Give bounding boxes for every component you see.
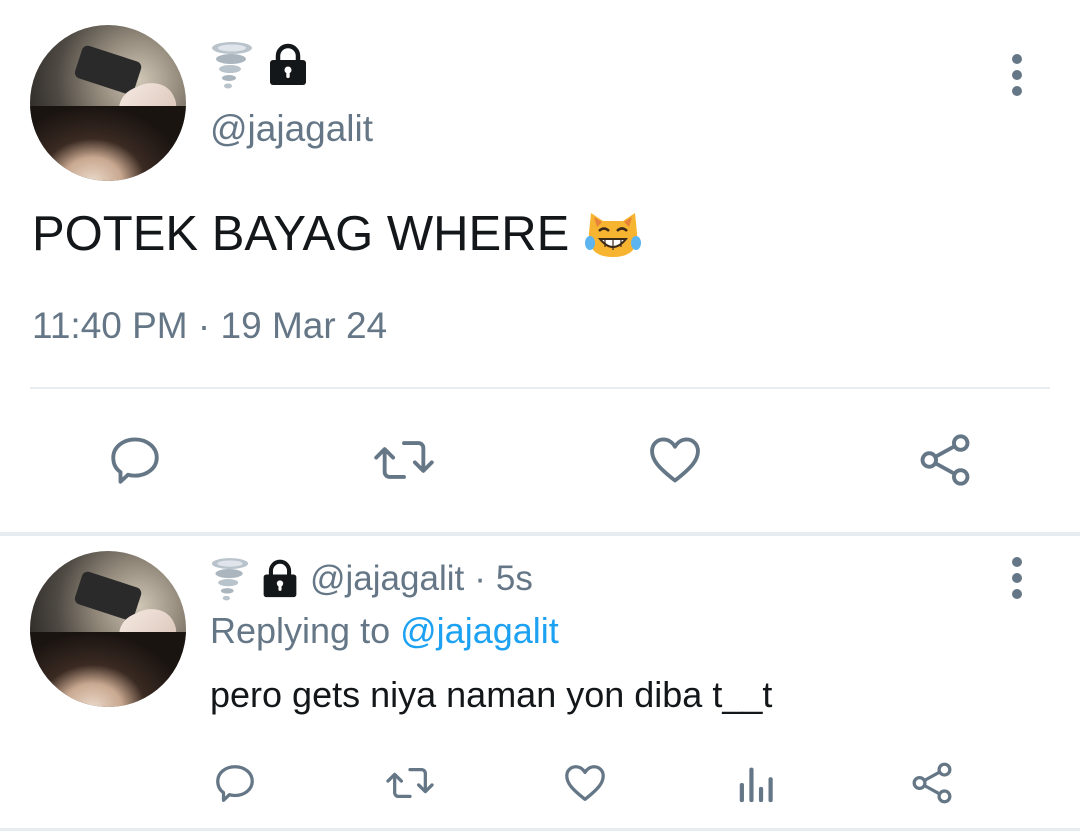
more-options-button[interactable] <box>997 45 1037 105</box>
dot-icon <box>1012 70 1022 80</box>
like-button[interactable] <box>635 420 715 500</box>
main-tweet: @jajagalit POTEK BAYAG WHERE 11:40 PM · … <box>0 0 1080 533</box>
retweet-button[interactable] <box>380 748 440 818</box>
reply-header[interactable]: @jajagalit · 5s <box>210 556 533 602</box>
tornado-icon <box>212 42 252 89</box>
share-button[interactable] <box>902 748 962 818</box>
section-divider <box>0 532 1080 536</box>
cat-tears-of-joy-icon <box>585 213 642 257</box>
tweet-text: POTEK BAYAG WHERE <box>32 206 643 262</box>
avatar[interactable] <box>30 551 186 707</box>
retweet-button[interactable] <box>364 420 444 500</box>
heart-icon <box>565 765 605 801</box>
display-name[interactable] <box>210 40 310 90</box>
avatar-hair <box>30 106 186 181</box>
retweet-icon <box>386 767 434 799</box>
replying-to: Replying to @jajagalit <box>210 610 559 652</box>
reply-actions <box>0 748 1080 818</box>
heart-icon <box>650 437 700 483</box>
share-icon <box>920 434 970 486</box>
username[interactable]: @jajagalit <box>210 108 373 150</box>
analytics-button[interactable] <box>727 748 787 818</box>
dot-icon <box>1012 557 1022 567</box>
retweet-icon <box>374 441 434 479</box>
avatar[interactable] <box>30 25 186 181</box>
more-options-button[interactable] <box>997 548 1037 608</box>
stats-icon <box>739 767 773 803</box>
separator: · <box>474 559 486 598</box>
lock-icon <box>263 559 297 598</box>
share-button[interactable] <box>905 420 985 500</box>
dot-icon <box>1012 54 1022 64</box>
reply-icon <box>216 765 254 802</box>
username[interactable]: @jajagalit <box>310 559 464 599</box>
dot-icon <box>1012 573 1022 583</box>
lock-icon <box>270 43 306 85</box>
reply-icon <box>111 437 159 484</box>
mention-link[interactable]: @jajagalit <box>400 610 559 651</box>
dot-icon <box>1012 86 1022 96</box>
reply-button[interactable] <box>205 748 265 818</box>
reply-text: pero gets niya naman yon diba t__t <box>210 674 773 715</box>
dot-icon <box>1012 589 1022 599</box>
tornado-icon <box>211 558 249 601</box>
divider <box>30 387 1050 389</box>
share-icon <box>912 762 952 804</box>
tweet-age[interactable]: 5s <box>496 559 533 599</box>
replying-to-label: Replying to <box>210 610 391 651</box>
like-button[interactable] <box>555 748 615 818</box>
timestamp[interactable]: 11:40 PM · 19 Mar 24 <box>32 305 387 347</box>
tweet-actions <box>0 420 1080 500</box>
avatar-hair <box>30 632 186 707</box>
tweet-text-content: POTEK BAYAG WHERE <box>32 207 570 261</box>
reply-button[interactable] <box>95 420 175 500</box>
